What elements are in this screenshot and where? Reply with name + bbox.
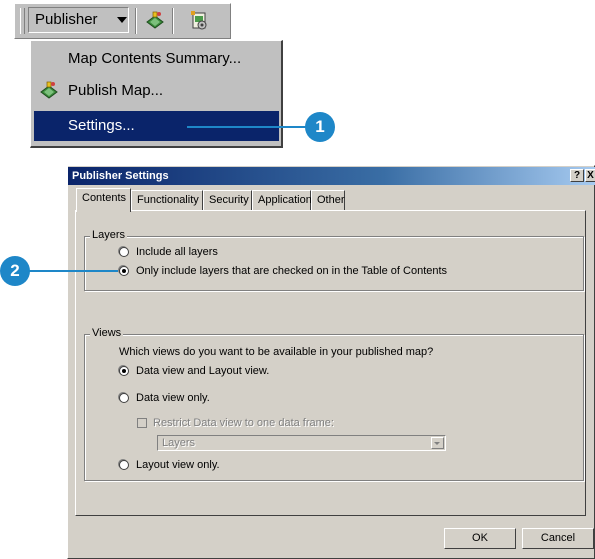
tab-other[interactable]: Other bbox=[311, 190, 345, 210]
ok-button[interactable]: OK bbox=[444, 528, 516, 549]
dialog-title: Publisher Settings bbox=[72, 170, 169, 182]
help-button[interactable]: ? bbox=[570, 169, 584, 182]
data-frame-select-value: Layers bbox=[162, 437, 196, 449]
menu-item-label: Map Contents Summary... bbox=[68, 50, 242, 67]
publish-map-icon bbox=[38, 80, 60, 102]
tab-security[interactable]: Security bbox=[203, 190, 252, 210]
menu-item-label: Publish Map... bbox=[68, 82, 164, 99]
restrict-data-frame-label: Restrict Data view to one data frame: bbox=[153, 417, 334, 429]
views-question: Which views do you want to be available … bbox=[119, 346, 434, 358]
cancel-button[interactable]: Cancel bbox=[522, 528, 594, 549]
tab-application[interactable]: Application bbox=[252, 190, 312, 210]
radio-include-all-layers[interactable] bbox=[119, 247, 129, 257]
publish-map-icon[interactable] bbox=[144, 10, 166, 32]
menu-item-label: Settings... bbox=[68, 117, 135, 134]
layers-groupbox bbox=[84, 236, 584, 291]
radio-data-and-layout-view-label: Data view and Layout view. bbox=[136, 365, 270, 377]
toolbar-grip[interactable] bbox=[20, 8, 25, 34]
radio-only-checked-layers-label: Only include layers that are checked on … bbox=[136, 265, 448, 277]
layers-group-label: Layers bbox=[90, 229, 128, 242]
chevron-down-icon bbox=[117, 17, 127, 23]
close-button[interactable]: X bbox=[585, 169, 595, 182]
toolbar-separator bbox=[172, 8, 174, 34]
tab-contents[interactable]: Contents bbox=[76, 188, 131, 212]
data-frame-select[interactable]: Layers bbox=[157, 435, 446, 451]
radio-data-and-layout-view[interactable] bbox=[119, 366, 129, 376]
callout-1-badge: 1 bbox=[305, 112, 335, 142]
views-group-label: Views bbox=[90, 327, 124, 340]
chevron-down-icon[interactable] bbox=[431, 437, 444, 449]
radio-layout-view-only-label: Layout view only. bbox=[136, 459, 220, 471]
publisher-dropdown-menu: Map Contents Summary... Publish Map... S… bbox=[30, 40, 283, 148]
restrict-data-frame-checkbox[interactable] bbox=[137, 418, 147, 428]
tab-functionality[interactable]: Functionality bbox=[131, 190, 203, 210]
toolbar-separator bbox=[135, 8, 137, 34]
radio-data-view-only[interactable] bbox=[119, 393, 129, 403]
radio-only-checked-layers[interactable] bbox=[119, 266, 129, 276]
menu-item-map-contents-summary[interactable]: Map Contents Summary... bbox=[34, 44, 279, 74]
map-settings-icon[interactable] bbox=[188, 10, 210, 32]
radio-include-all-layers-label: Include all layers bbox=[136, 246, 218, 258]
callout-1-leader bbox=[187, 126, 311, 128]
radio-data-view-only-label: Data view only. bbox=[136, 392, 210, 404]
menu-item-publish-map[interactable]: Publish Map... bbox=[34, 76, 279, 106]
radio-layout-view-only[interactable] bbox=[119, 460, 129, 470]
callout-2-leader bbox=[26, 270, 118, 272]
publisher-menu-button[interactable]: Publisher bbox=[28, 7, 129, 33]
publisher-menu-label: Publisher bbox=[35, 11, 98, 28]
